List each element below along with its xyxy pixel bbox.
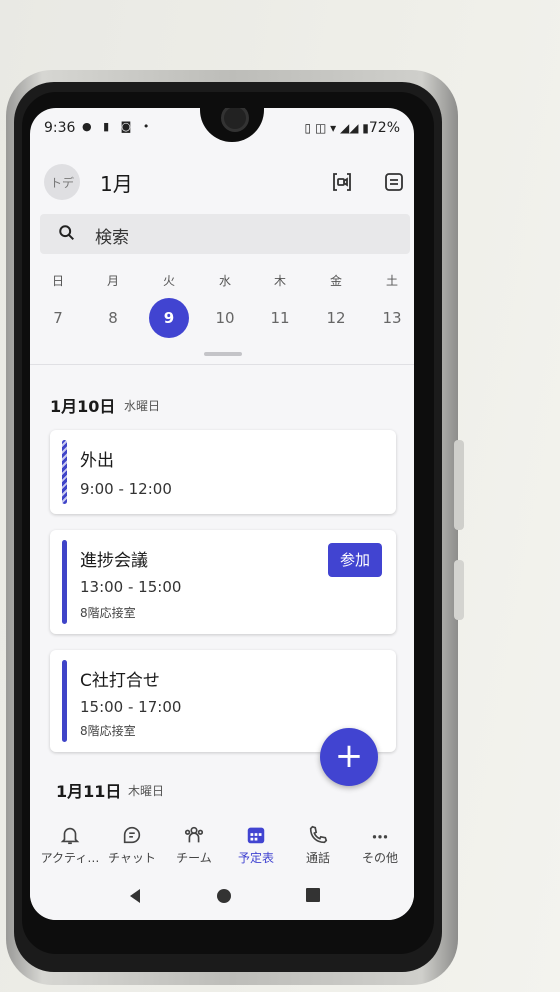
weekday-label: 木	[273, 274, 286, 288]
event-time: 9:00 - 12:00	[80, 480, 172, 498]
bottom-nav: アクティ… チャット チーム 予定表 通話 その他	[30, 814, 414, 874]
nav-chat[interactable]: チャット	[100, 824, 164, 866]
event-location: 8階応接室	[80, 606, 136, 620]
nav-more[interactable]: その他	[348, 824, 412, 866]
event-color-bar	[62, 540, 67, 624]
bell-icon	[60, 827, 80, 845]
new-event-button[interactable]: +	[320, 728, 378, 786]
signal-icon: ◢◢	[339, 121, 359, 135]
agenda-weekday: 木曜日	[128, 784, 165, 798]
date-cell[interactable]: 11	[260, 298, 300, 338]
battery-icon: ▮	[362, 121, 369, 135]
agenda-date-heading: 1月11日	[56, 782, 122, 801]
event-title: 外出	[80, 451, 114, 471]
nav-label: 通話	[305, 851, 330, 865]
month-title[interactable]: 1月	[100, 168, 133, 197]
date-cell[interactable]: 10	[205, 298, 245, 338]
weekday-label: 日	[51, 274, 64, 288]
phone-side-button-lower	[454, 560, 464, 620]
event-color-bar	[62, 660, 67, 742]
date-cell-selected[interactable]: 9	[149, 298, 189, 338]
search-placeholder: 検索	[95, 228, 129, 248]
recents-icon[interactable]	[306, 888, 320, 902]
search-icon	[59, 225, 75, 241]
date-cell[interactable]: 12	[316, 298, 356, 338]
status-right: ▯ ◫ ▾ ◢◢ ▮72%	[305, 120, 400, 136]
phone-screen: 9:36 ● ▮ ◙ • ▯ ◫ ▾ ◢◢ ▮72% トデ 1月 検索 日 月 …	[30, 108, 414, 920]
meet-now-icon[interactable]	[330, 170, 354, 194]
event-time: 13:00 - 15:00	[80, 578, 182, 596]
event-title: C社打合せ	[80, 671, 160, 691]
weekday-label: 火	[162, 274, 175, 288]
nav-activity[interactable]: アクティ…	[38, 824, 102, 866]
phone-side-button	[454, 440, 464, 530]
nav-teams[interactable]: チーム	[162, 824, 226, 866]
back-icon[interactable]	[128, 888, 142, 904]
drag-handle[interactable]	[204, 352, 242, 356]
nav-label: 予定表	[237, 851, 274, 865]
agenda-weekday: 水曜日	[124, 399, 161, 413]
nav-label: チーム	[176, 851, 212, 865]
agenda-date-heading: 1月10日	[50, 397, 116, 416]
chat-icon	[123, 826, 141, 844]
event-time: 15:00 - 17:00	[80, 698, 182, 716]
status-time: 9:36	[44, 120, 76, 136]
battery-level: 72%	[368, 120, 400, 136]
app-header: トデ 1月	[30, 144, 414, 200]
weekday-label: 月	[106, 274, 119, 288]
nav-label: その他	[361, 851, 398, 865]
date-cell[interactable]: 13	[372, 298, 412, 338]
nav-label: チャット	[108, 851, 156, 865]
more-icon	[372, 835, 388, 839]
date-cell[interactable]: 7	[38, 298, 78, 338]
calendar-icon	[247, 827, 265, 844]
wifi-icon: ▾	[330, 121, 337, 135]
event-color-bar	[62, 440, 67, 504]
weekday-label: 土	[385, 274, 398, 288]
weekday-label: 水	[218, 274, 231, 288]
agenda-view-icon[interactable]	[382, 170, 406, 194]
event-title: 進捗会議	[80, 551, 148, 571]
divider	[30, 364, 414, 365]
event-location: 8階応接室	[80, 724, 136, 738]
weekday-label: 金	[329, 274, 342, 288]
home-icon[interactable]	[216, 888, 232, 904]
date-cell[interactable]: 8	[93, 298, 133, 338]
event-card[interactable]: 外出 9:00 - 12:00	[50, 430, 396, 514]
search-bar[interactable]: 検索	[40, 214, 410, 254]
phone-icon	[309, 825, 328, 844]
event-card[interactable]: 進捗会議 13:00 - 15:00 8階応接室 参加	[50, 530, 396, 634]
nav-calendar[interactable]: 予定表	[224, 824, 288, 866]
notification-icons: ● ▮ ◙ •	[82, 120, 154, 133]
nav-calls[interactable]: 通話	[286, 824, 350, 866]
join-button[interactable]: 参加	[328, 543, 382, 577]
nav-label: アクティ…	[40, 851, 100, 865]
vibrate-icon: ▯ ◫	[304, 121, 331, 135]
team-icon	[184, 826, 204, 843]
avatar[interactable]: トデ	[44, 164, 80, 200]
system-nav-bar	[30, 874, 414, 920]
